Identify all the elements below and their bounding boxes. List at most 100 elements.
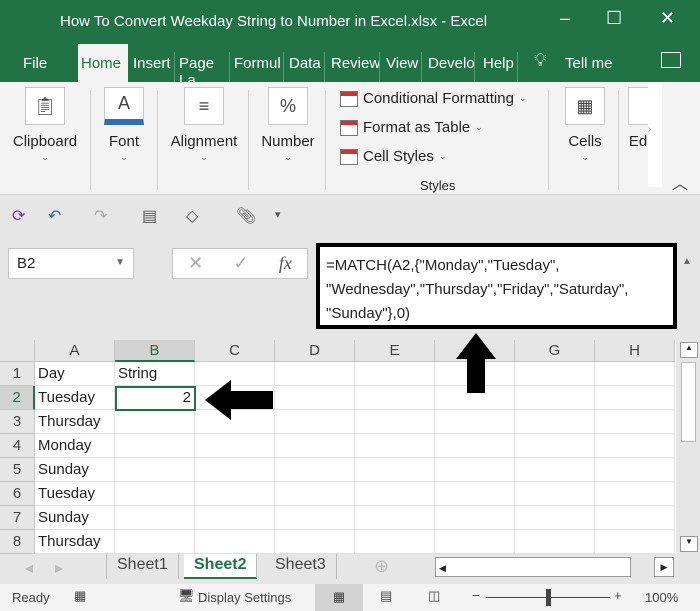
alignment-group[interactable]: ≡ Alignment ⌄	[166, 87, 242, 163]
collapse-ribbon-icon[interactable]: ︿	[672, 170, 688, 194]
cell-a7[interactable]: Sunday	[35, 506, 115, 530]
redo-icon[interactable]: ↷	[94, 206, 107, 226]
cell-b7[interactable]	[115, 506, 195, 530]
tab-data[interactable]: Data	[286, 52, 325, 82]
cell-e8[interactable]	[355, 530, 435, 554]
cell-f8[interactable]	[435, 530, 515, 554]
clipboard-group[interactable]: 📋︎ Clipboard ⌄	[8, 87, 82, 163]
cancel-icon[interactable]: ✕	[188, 253, 203, 274]
normal-view-icon[interactable]: ▦	[315, 584, 363, 611]
cell-f6[interactable]	[435, 482, 515, 506]
tab-page-layout[interactable]: Page La	[176, 52, 230, 82]
cell-e4[interactable]	[355, 434, 435, 458]
cell-g6[interactable]	[515, 482, 595, 506]
sheet-tab-3[interactable]: Sheet3	[265, 554, 337, 579]
column-header-c[interactable]: C	[195, 340, 275, 362]
select-all-corner[interactable]	[0, 340, 35, 362]
tab-insert[interactable]: Insert	[130, 52, 175, 82]
format-as-table-button[interactable]: Format as Table ⌄	[340, 119, 483, 136]
cell-d7[interactable]	[275, 506, 355, 530]
cells-group[interactable]: ▦ Cells ⌄	[560, 87, 610, 163]
page-layout-view-icon[interactable]: ▤	[380, 588, 392, 604]
cell-h5[interactable]	[595, 458, 675, 482]
cell-d8[interactable]	[275, 530, 355, 554]
shapes-icon[interactable]: ◇	[186, 206, 198, 226]
cell-g1[interactable]	[515, 362, 595, 386]
cell-c8[interactable]	[195, 530, 275, 554]
tab-developer[interactable]: Develo	[425, 52, 475, 82]
horizontal-scrollbar[interactable]: ◀	[435, 557, 631, 577]
row-header[interactable]: 4	[0, 434, 35, 458]
cell-d5[interactable]	[275, 458, 355, 482]
cell-h3[interactable]	[595, 410, 675, 434]
cell-g7[interactable]	[515, 506, 595, 530]
cell-a2[interactable]: Tuesday	[35, 386, 115, 410]
add-sheet-icon[interactable]: ⊕	[374, 556, 389, 577]
cell-e7[interactable]	[355, 506, 435, 530]
row-header[interactable]: 2	[0, 386, 35, 410]
name-box[interactable]: B2 ▼	[8, 248, 134, 279]
autosave-icon[interactable]: ⟳	[12, 206, 25, 226]
cell-a4[interactable]: Monday	[35, 434, 115, 458]
cell-e6[interactable]	[355, 482, 435, 506]
cell-e1[interactable]	[355, 362, 435, 386]
cell-h2[interactable]	[595, 386, 675, 410]
tab-home[interactable]: Home	[78, 44, 128, 82]
close-button[interactable]: ✕	[660, 8, 675, 29]
number-group[interactable]: % Number ⌄	[258, 87, 318, 163]
cell-c7[interactable]	[195, 506, 275, 530]
cell-g4[interactable]	[515, 434, 595, 458]
cell-e2[interactable]	[355, 386, 435, 410]
tab-formulas[interactable]: Formul	[231, 52, 284, 82]
comments-icon[interactable]	[661, 52, 681, 68]
cell-h6[interactable]	[595, 482, 675, 506]
cell-b5[interactable]	[115, 458, 195, 482]
cell-b6[interactable]	[115, 482, 195, 506]
sheet-tab-1[interactable]: Sheet1	[106, 554, 179, 579]
cell-b4[interactable]	[115, 434, 195, 458]
cell-f5[interactable]	[435, 458, 515, 482]
cell-b1[interactable]: String	[115, 362, 195, 386]
cell-f3[interactable]	[435, 410, 515, 434]
cell-d3[interactable]	[275, 410, 355, 434]
column-header-a[interactable]: A	[35, 340, 115, 362]
cell-a1[interactable]: Day	[35, 362, 115, 386]
cell-c4[interactable]	[195, 434, 275, 458]
editing-group[interactable]: Ed	[628, 87, 648, 150]
column-header-d[interactable]: D	[275, 340, 355, 362]
row-header[interactable]: 3	[0, 410, 35, 434]
cell-e3[interactable]	[355, 410, 435, 434]
cell-g5[interactable]	[515, 458, 595, 482]
maximize-button[interactable]: ☐	[606, 8, 622, 29]
tell-me-search[interactable]: Tell me	[565, 55, 613, 72]
cell-d2[interactable]	[275, 386, 355, 410]
column-header-b[interactable]: B	[115, 340, 195, 362]
conditional-formatting-button[interactable]: Conditional Formatting ⌄	[340, 90, 526, 107]
font-group[interactable]: A Font ⌄	[100, 87, 148, 163]
cell-f7[interactable]	[435, 506, 515, 530]
zoom-out-button[interactable]: −	[472, 588, 480, 603]
cell-c6[interactable]	[195, 482, 275, 506]
form-icon[interactable]: ▤	[142, 206, 157, 226]
formula-expand-icon[interactable]: ▲	[682, 256, 692, 267]
cell-styles-button[interactable]: Cell Styles ⌄	[340, 148, 446, 165]
cell-h1[interactable]	[595, 362, 675, 386]
zoom-in-button[interactable]: +	[614, 588, 622, 603]
tab-view[interactable]: View	[383, 52, 423, 82]
column-header-e[interactable]: E	[355, 340, 435, 362]
row-header[interactable]: 8	[0, 530, 35, 554]
formula-bar-input[interactable]: =MATCH(A2,{"Monday","Tuesday", "Wednesday…	[316, 243, 677, 329]
customize-qat-icon[interactable]: ▾	[275, 208, 281, 221]
sheet-tab-2[interactable]: Sheet2	[184, 554, 258, 579]
undo-icon[interactable]: ↶	[48, 206, 61, 226]
row-header[interactable]: 7	[0, 506, 35, 530]
ribbon-scroll-right[interactable]: ›	[648, 82, 662, 187]
cell-a6[interactable]: Tuesday	[35, 482, 115, 506]
enter-icon[interactable]: ✓	[233, 253, 248, 274]
row-header[interactable]: 6	[0, 482, 35, 506]
cell-e5[interactable]	[355, 458, 435, 482]
tab-help[interactable]: Help	[480, 52, 518, 82]
cell-g8[interactable]	[515, 530, 595, 554]
tab-review[interactable]: Review	[328, 52, 380, 82]
cell-a8[interactable]: Thursday	[35, 530, 115, 554]
